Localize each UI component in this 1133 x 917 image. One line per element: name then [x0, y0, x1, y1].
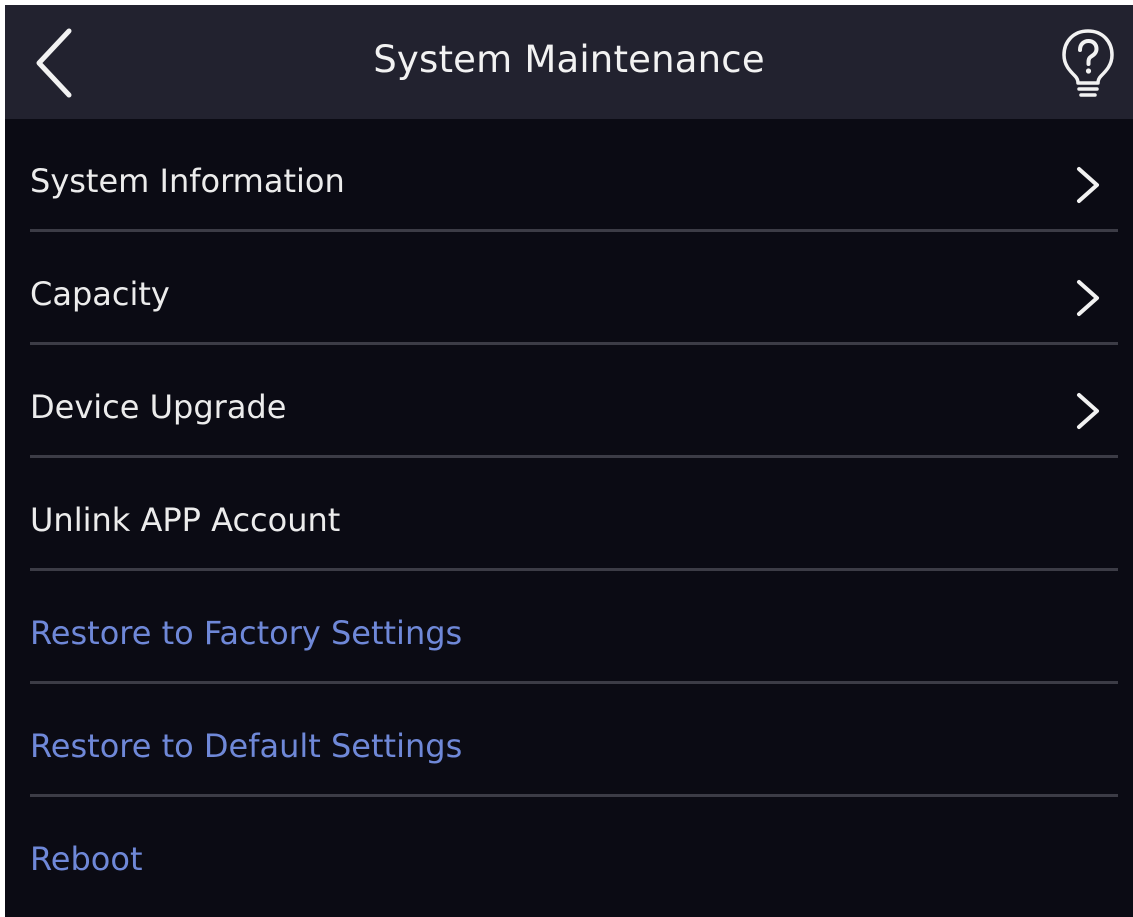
- menu-item-label: Restore to Factory Settings: [30, 614, 463, 652]
- page-title: System Maintenance: [373, 38, 765, 81]
- chevron-right-icon: [1069, 276, 1105, 320]
- menu-item-label: System Information: [30, 162, 345, 200]
- menu-item-label: Restore to Default Settings: [30, 727, 463, 765]
- menu-item-label: Device Upgrade: [30, 388, 287, 426]
- menu-item-label: Reboot: [30, 840, 143, 878]
- menu-item-label: Capacity: [30, 275, 170, 313]
- help-button[interactable]: [1053, 23, 1123, 105]
- header-bar: System Maintenance: [5, 5, 1133, 119]
- menu-item-system-information[interactable]: System Information: [5, 119, 1133, 232]
- menu-item-capacity[interactable]: Capacity: [5, 232, 1133, 345]
- menu-item-restore-factory-settings[interactable]: Restore to Factory Settings: [5, 571, 1133, 684]
- chevron-right-icon: [1069, 389, 1105, 433]
- menu-item-device-upgrade[interactable]: Device Upgrade: [5, 345, 1133, 458]
- maintenance-menu: System Information Capacity Device Upgra…: [5, 119, 1133, 910]
- menu-item-restore-default-settings[interactable]: Restore to Default Settings: [5, 684, 1133, 797]
- menu-item-reboot[interactable]: Reboot: [5, 797, 1133, 910]
- chevron-right-icon: [1069, 163, 1105, 207]
- system-maintenance-screen: System Maintenance System Information Ca…: [5, 5, 1133, 917]
- help-bulb-icon: [1062, 29, 1114, 97]
- menu-item-unlink-app-account[interactable]: Unlink APP Account: [5, 458, 1133, 571]
- menu-item-label: Unlink APP Account: [30, 501, 341, 539]
